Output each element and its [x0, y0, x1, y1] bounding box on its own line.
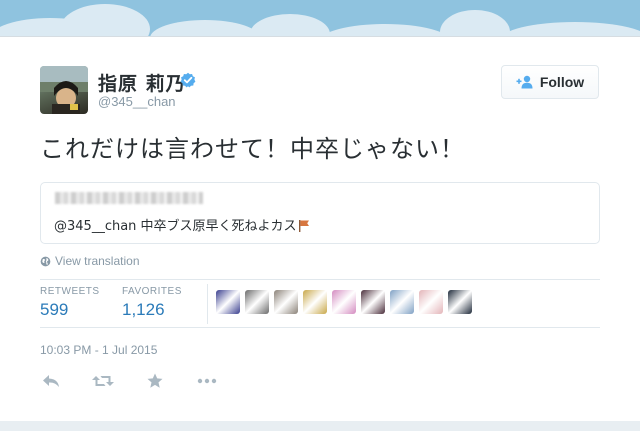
retweets-count: 599 — [40, 300, 69, 319]
fav-avatar-1[interactable] — [216, 290, 240, 314]
favorite-icon — [147, 373, 163, 388]
more-icon — [197, 378, 217, 384]
avatar-image — [40, 66, 88, 114]
quoted-tweet-text: @345__chan 中卒ブス原早く死ねよカス — [54, 215, 310, 234]
author-name[interactable]: 指原 莉乃 — [98, 69, 186, 96]
quoted-tweet-body: @345__chan 中卒ブス原早く死ねよカス — [54, 219, 297, 234]
retweet-button[interactable] — [92, 372, 114, 390]
stats-bottom-divider — [40, 327, 600, 328]
fav-avatar-9[interactable] — [448, 290, 472, 314]
view-translation-link[interactable]: View translation — [40, 254, 140, 268]
fav-avatar-6[interactable] — [361, 290, 385, 314]
reply-icon — [43, 375, 59, 387]
favorited-by-avatars — [216, 290, 472, 314]
fav-avatar-5[interactable] — [332, 290, 356, 314]
blurred-quote-author — [55, 192, 203, 204]
stats-separator — [207, 284, 208, 324]
fav-avatar-3[interactable] — [274, 290, 298, 314]
author-avatar[interactable] — [40, 66, 88, 114]
follow-button[interactable]: Follow — [501, 65, 599, 99]
fav-avatar-2[interactable] — [245, 290, 269, 314]
view-translation-label: View translation — [55, 254, 140, 268]
retweets-label: RETWEETS — [40, 286, 100, 297]
verified-badge-icon — [180, 72, 196, 88]
header-background — [0, 0, 640, 40]
flag-icon — [298, 220, 309, 232]
fav-avatar-7[interactable] — [390, 290, 414, 314]
favorites-label: FAVORITES — [122, 286, 182, 297]
retweet-icon — [92, 376, 114, 386]
tweet-text: これだけは言わせて！中卒じゃない！ — [40, 135, 465, 163]
stats-top-divider — [40, 279, 600, 280]
footer-strip — [0, 421, 640, 431]
reply-button[interactable] — [40, 372, 62, 390]
follow-user-icon — [516, 75, 533, 89]
globe-icon — [40, 256, 51, 266]
quoted-tweet[interactable]: @345__chan 中卒ブス原早く死ねよカス — [40, 182, 600, 244]
follow-label: Follow — [539, 74, 585, 90]
favorites-count: 1,126 — [122, 300, 165, 319]
tweet-actions — [40, 372, 218, 390]
tweet-timestamp[interactable]: 10:03 PM - 1 Jul 2015 — [40, 343, 157, 357]
favorites-stat[interactable]: FAVORITES 1,126 — [122, 286, 182, 320]
fav-avatar-8[interactable] — [419, 290, 443, 314]
favorite-button[interactable] — [144, 372, 166, 390]
more-button[interactable] — [196, 372, 218, 390]
fav-avatar-4[interactable] — [303, 290, 327, 314]
author-handle[interactable]: @345__chan — [98, 94, 176, 109]
retweets-stat[interactable]: RETWEETS 599 — [40, 286, 100, 320]
